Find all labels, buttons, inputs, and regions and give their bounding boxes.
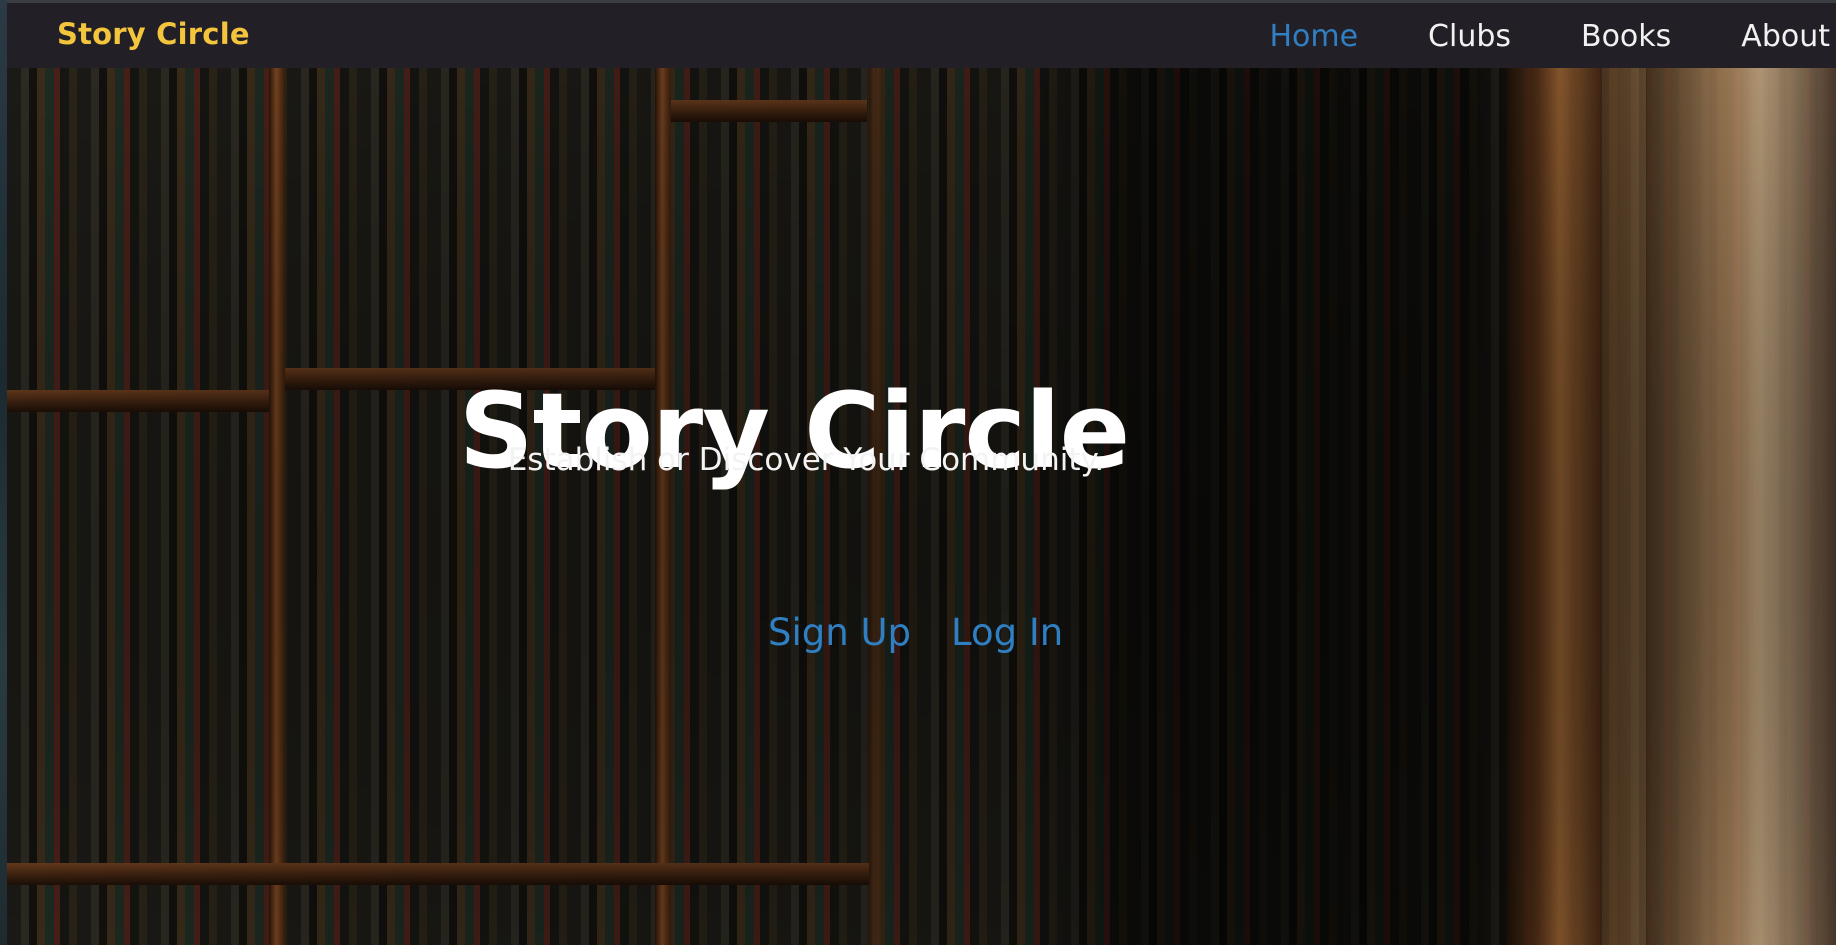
login-link[interactable]: Log In: [951, 611, 1063, 654]
hero-actions: Sign Up Log In: [768, 611, 1103, 654]
brand-logo-link[interactable]: Story Circle: [57, 17, 250, 51]
hero-overlay: [7, 68, 1836, 945]
hero-subtitle: Establish or Discover Your Community.: [507, 442, 1105, 478]
nav-link-books[interactable]: Books: [1581, 17, 1671, 57]
signup-link[interactable]: Sign Up: [768, 611, 911, 654]
hero-section: [7, 68, 1836, 945]
nav-link-clubs[interactable]: Clubs: [1428, 17, 1511, 57]
nav-link-about[interactable]: About: [1741, 17, 1830, 57]
nav-link-home[interactable]: Home: [1269, 17, 1358, 57]
nav-links: Home Clubs Books About: [1199, 17, 1830, 57]
navbar: Story Circle Home Clubs Books About: [7, 3, 1836, 68]
